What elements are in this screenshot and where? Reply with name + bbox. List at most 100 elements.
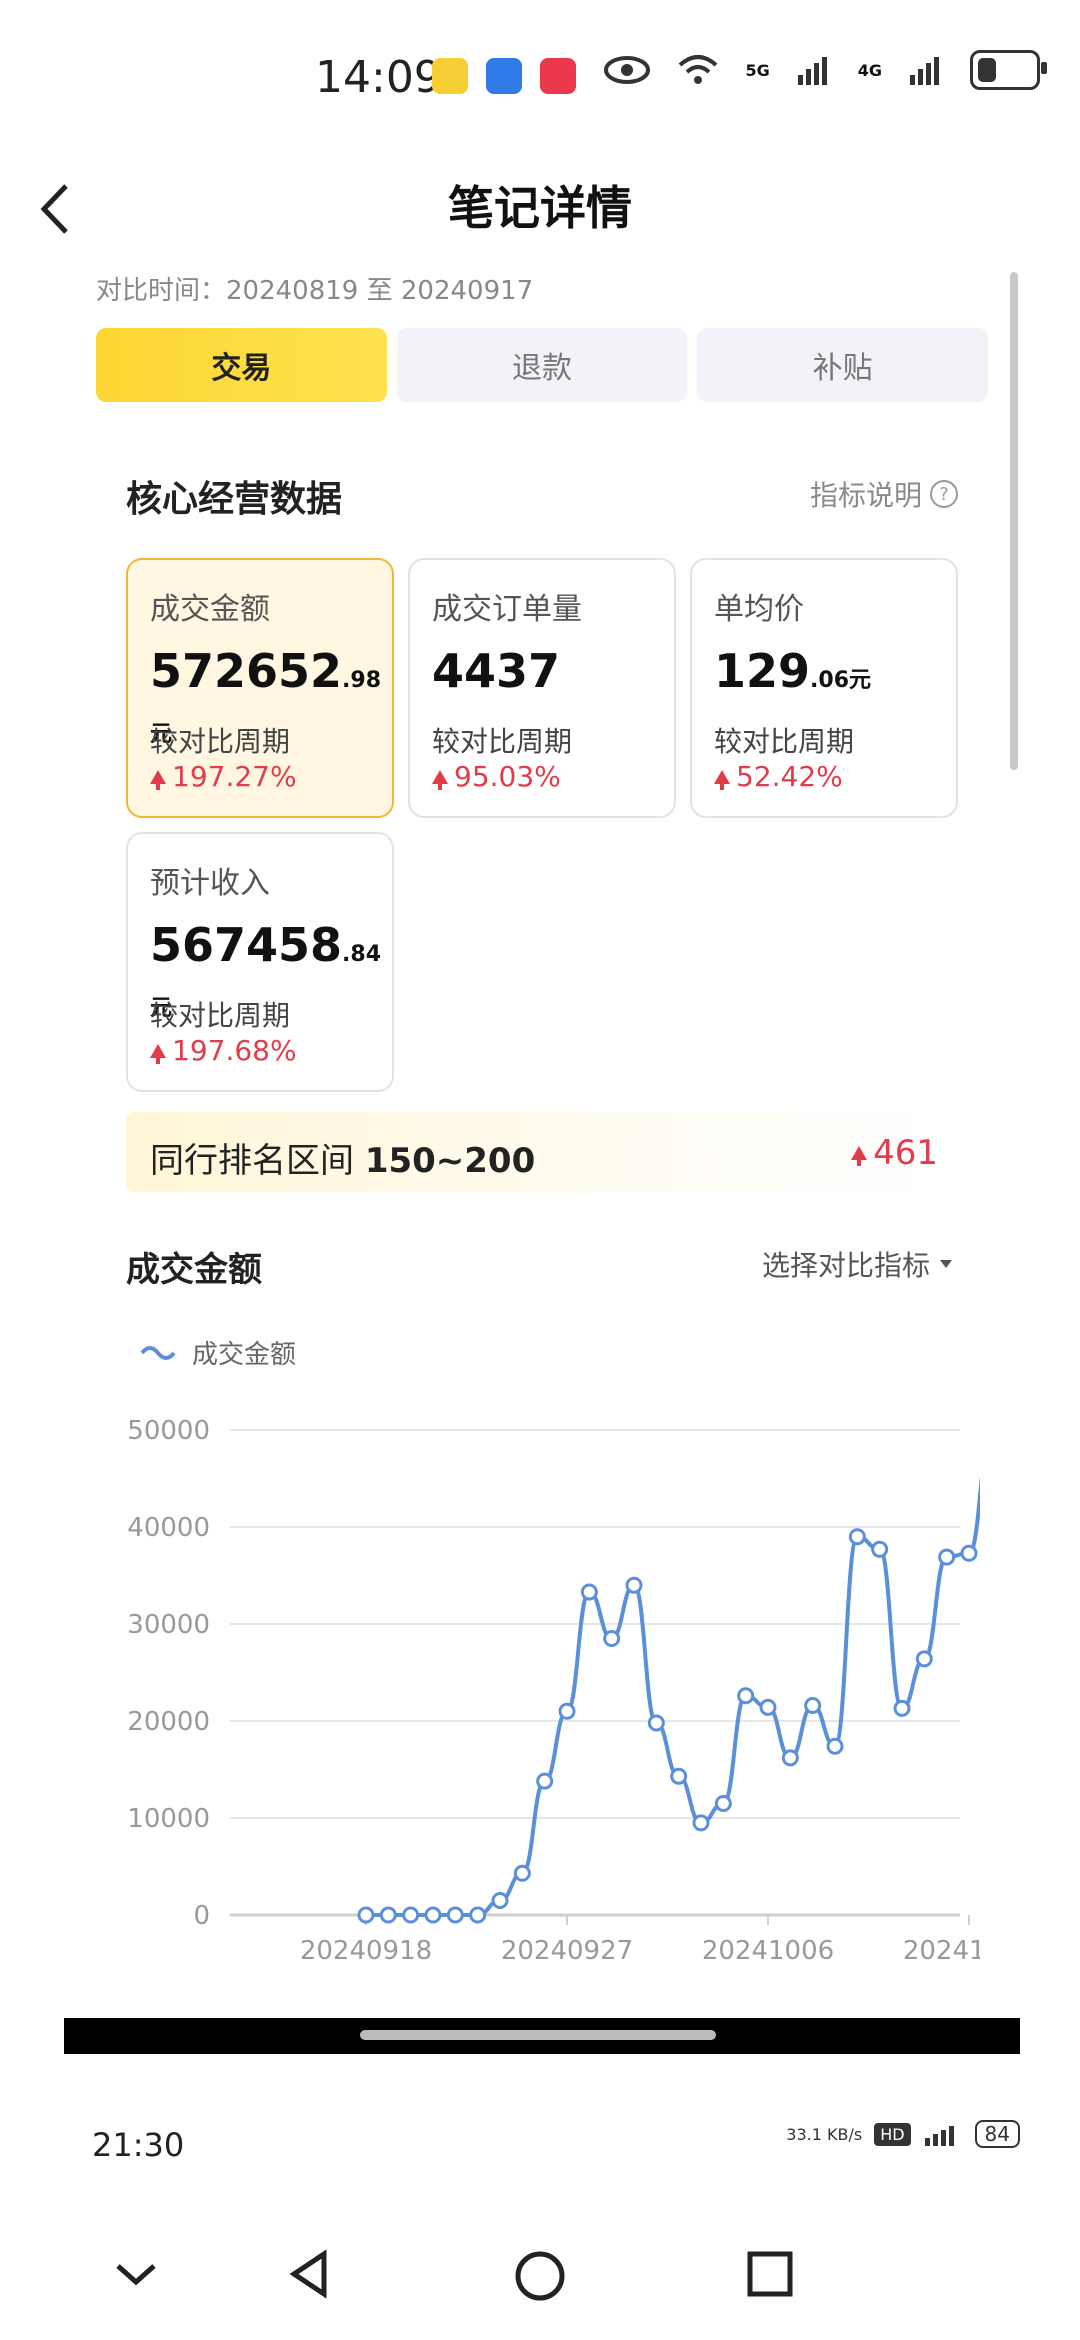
- data-point: [737, 1687, 755, 1705]
- rank-label: 同行排名区间 150~200: [150, 1141, 536, 1181]
- metric-value: 4437: [432, 644, 561, 698]
- bunny-app-icon: [432, 58, 468, 94]
- y-tick-label: 50000: [127, 1416, 210, 1446]
- data-point: [848, 1528, 866, 1546]
- tab-bar: 交易 退款 补贴: [96, 328, 989, 402]
- eye-icon: [604, 56, 651, 84]
- nav-collapse-button[interactable]: [110, 2248, 162, 2300]
- line-chart: 0 10000 20000 30000 40000 50000 20240918 202409…: [127, 1416, 980, 1966]
- data-point: [893, 1699, 911, 1717]
- data-point: [670, 1767, 688, 1785]
- select-compare-dropdown[interactable]: 选择对比指标: [762, 1244, 952, 1284]
- scrollbar[interactable]: [1010, 272, 1018, 770]
- x-tick-label: 20240927: [501, 1936, 633, 1966]
- chart-title: 成交金额: [126, 1250, 262, 1290]
- status-app-icons: [432, 58, 576, 94]
- data-point: [871, 1540, 889, 1558]
- data-point: [580, 1583, 598, 1601]
- data-point: [960, 1544, 978, 1562]
- status-time: 14:09: [315, 52, 442, 103]
- metric-label: 预计收入: [150, 866, 270, 901]
- signal-bars-2-icon: [910, 57, 939, 85]
- data-point: [446, 1906, 464, 1924]
- signal-bars-icon: [797, 57, 827, 85]
- metric-compare-label: 较对比周期: [150, 725, 291, 758]
- x-tick-label: 20241015: [903, 1936, 980, 1966]
- metric-compare-label: 较对比周期: [432, 725, 573, 758]
- metric-card-income[interactable]: 预计收入 567458.84元 较对比周期 197.68%: [126, 832, 394, 1092]
- y-tick-label: 40000: [127, 1513, 210, 1543]
- network-speed: 33.1 KB/s: [786, 2124, 863, 2144]
- metric-explanation-link[interactable]: 指标说明 ?: [810, 474, 958, 514]
- data-point: [647, 1714, 665, 1732]
- data-point: [938, 1548, 956, 1566]
- arrow-up-icon: [432, 769, 448, 790]
- core-data-title: 核心经营数据: [126, 479, 343, 520]
- nav-recents-button[interactable]: [744, 2248, 796, 2300]
- data-point: [781, 1749, 799, 1767]
- rank-range: 150~200: [364, 1141, 536, 1181]
- wifi-icon: [679, 55, 718, 84]
- data-point: [759, 1698, 777, 1716]
- data-point: [357, 1906, 375, 1924]
- battery-level: 84: [974, 2120, 1020, 2148]
- y-tick-label: 30000: [127, 1610, 210, 1640]
- data-point: [692, 1814, 710, 1832]
- data-point: [536, 1772, 554, 1790]
- data-point: [558, 1702, 576, 1720]
- arrow-up-icon: [714, 769, 730, 790]
- red-app-icon: [540, 58, 576, 94]
- caret-down-icon: [940, 1260, 952, 1268]
- second-status-time: 21:30: [92, 2126, 185, 2164]
- arrow-up-icon: [150, 769, 166, 790]
- metric-explanation-label: 指标说明: [809, 479, 922, 512]
- select-compare-label: 选择对比指标: [761, 1249, 930, 1282]
- metric-change: 197.68%: [150, 1034, 297, 1067]
- metric-change: 52.42%: [714, 760, 843, 793]
- tab-refund[interactable]: 退款: [396, 328, 688, 402]
- chart-legend: 成交金额: [140, 1334, 296, 1371]
- data-point: [513, 1864, 531, 1882]
- metric-card-gmv[interactable]: 成交金额 572652.98元 较对比周期 197.27%: [126, 558, 394, 818]
- question-icon: ?: [930, 480, 958, 508]
- home-indicator[interactable]: [360, 2030, 716, 2040]
- metric-change: 197.27%: [150, 760, 297, 793]
- y-tick-label: 0: [193, 1901, 210, 1931]
- legend-label: 成交金额: [192, 1340, 297, 1370]
- y-tick-label: 20000: [127, 1707, 210, 1737]
- data-point: [804, 1696, 822, 1714]
- metric-change: 95.03%: [432, 760, 561, 793]
- signal-bars-icon: [924, 2126, 954, 2146]
- arrow-up-icon: [851, 1146, 868, 1166]
- metric-card-avg-price[interactable]: 单均价 129.06元 较对比周期 52.42%: [690, 558, 958, 818]
- data-point: [714, 1794, 732, 1812]
- metric-label: 成交金额: [150, 592, 270, 627]
- metric-value: 129.06元: [714, 644, 872, 698]
- nav-home-button[interactable]: [512, 2248, 568, 2304]
- tab-subsidy[interactable]: 补贴: [697, 328, 989, 402]
- data-point: [826, 1737, 844, 1755]
- page-title: 笔记详情: [448, 181, 632, 235]
- data-point: [915, 1650, 933, 1668]
- arrow-up-icon: [150, 1043, 166, 1064]
- data-point: [469, 1906, 487, 1924]
- y-tick-label: 10000: [127, 1804, 210, 1834]
- metric-compare-label: 较对比周期: [714, 725, 855, 758]
- data-point: [491, 1891, 509, 1909]
- browser-app-icon: [486, 58, 522, 94]
- signal-5g-icon: 5G: [745, 60, 770, 80]
- legend-wave-icon: [140, 1345, 176, 1360]
- nav-back-button[interactable]: [284, 2248, 336, 2300]
- signal-4g-icon: 4G: [857, 60, 882, 80]
- data-point: [402, 1906, 420, 1924]
- metric-label: 成交订单量: [432, 592, 582, 627]
- tab-trade[interactable]: 交易: [96, 328, 387, 402]
- metric-compare-label: 较对比周期: [150, 999, 291, 1032]
- x-tick-label: 20240918: [300, 1936, 432, 1966]
- metric-card-orders[interactable]: 成交订单量 4437 较对比周期 95.03%: [408, 558, 676, 818]
- comparison-time: 对比时间：20240819 至 20240917: [96, 276, 534, 306]
- data-point: [603, 1630, 621, 1648]
- rank-change: 461: [851, 1133, 938, 1173]
- data-point: [379, 1906, 397, 1924]
- series-line: [366, 1475, 980, 1917]
